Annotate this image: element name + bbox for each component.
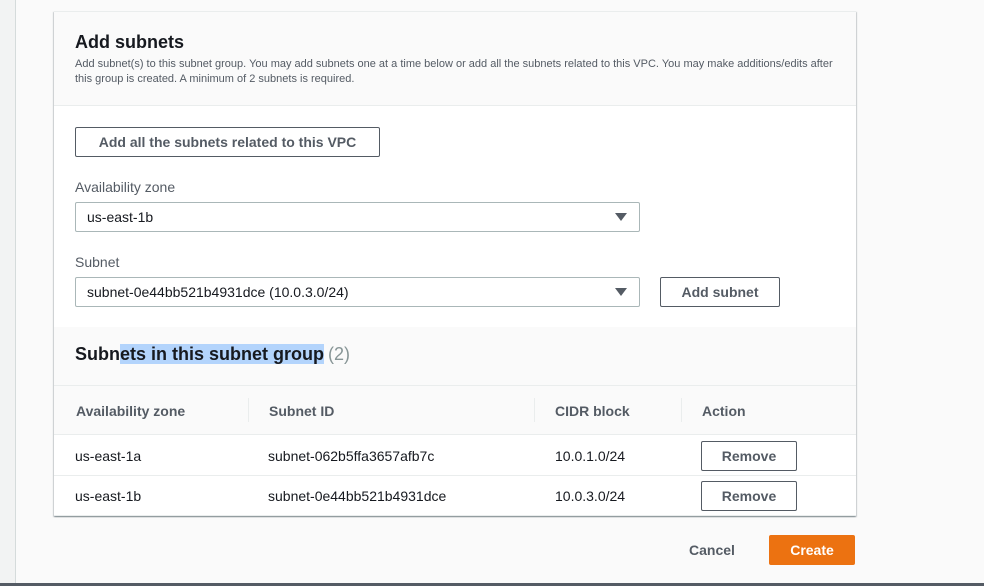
column-divider[interactable] bbox=[681, 398, 682, 422]
cell-availability-zone: us-east-1a bbox=[75, 448, 142, 464]
column-header-row: Availability zone Subnet ID CIDR block A… bbox=[54, 386, 856, 435]
cell-cidr-block: 10.0.3.0/24 bbox=[555, 488, 626, 504]
panel-header: Add subnets Add subnet(s) to this subnet… bbox=[54, 12, 856, 106]
add-subnets-panel: Add subnets Add subnet(s) to this subnet… bbox=[54, 11, 856, 516]
column-header-action: Action bbox=[702, 402, 746, 419]
table-title: Subnets in this subnet group bbox=[75, 344, 325, 365]
panel-description: Add subnet(s) to this subnet group. You … bbox=[75, 58, 833, 85]
create-button[interactable]: Create bbox=[769, 535, 855, 565]
caret-down-icon bbox=[615, 213, 627, 221]
cell-cidr-block: 10.0.1.0/24 bbox=[555, 448, 626, 464]
panel-title: Add subnets bbox=[75, 32, 185, 52]
column-header-cidr-block[interactable]: CIDR block bbox=[555, 386, 630, 435]
remove-button[interactable]: Remove bbox=[701, 481, 797, 511]
cell-subnet-id: subnet-0e44bb521b4931dce bbox=[268, 488, 447, 504]
cell-availability-zone: us-east-1b bbox=[75, 488, 142, 504]
cancel-button[interactable]: Cancel bbox=[689, 542, 735, 558]
column-divider[interactable] bbox=[534, 398, 535, 422]
table-row: us-east-1a subnet-062b5ffa3657afb7c 10.0… bbox=[54, 436, 856, 476]
table-title-prefix: Subn bbox=[75, 344, 120, 364]
caret-down-icon bbox=[615, 288, 627, 296]
table-title-selected-text: ets in this subnet group bbox=[120, 344, 325, 364]
table-count: (2) bbox=[328, 344, 351, 364]
column-divider[interactable] bbox=[248, 398, 249, 422]
remove-button[interactable]: Remove bbox=[701, 441, 797, 471]
column-header-subnet-id[interactable]: Subnet ID bbox=[269, 386, 334, 435]
left-rail bbox=[0, 0, 16, 586]
add-all-subnets-button[interactable]: Add all the subnets related to this VPC bbox=[75, 127, 380, 157]
table-row: us-east-1b subnet-0e44bb521b4931dce 10.0… bbox=[54, 476, 856, 516]
subnet-value: subnet-0e44bb521b4931dce (10.0.3.0/24) bbox=[87, 284, 349, 300]
table-header: Subnets in this subnet group (2) bbox=[54, 327, 856, 386]
column-header-availability-zone[interactable]: Availability zone bbox=[76, 386, 185, 435]
subnet-select[interactable]: subnet-0e44bb521b4931dce (10.0.3.0/24) bbox=[75, 277, 640, 307]
subnets-table-section: Subnets in this subnet group (2) Availab… bbox=[54, 327, 856, 517]
availability-zone-value: us-east-1b bbox=[87, 209, 154, 225]
availability-zone-label: Availability zone bbox=[75, 179, 176, 195]
availability-zone-select[interactable]: us-east-1b bbox=[75, 202, 640, 232]
subnet-label: Subnet bbox=[75, 254, 120, 270]
add-subnet-button[interactable]: Add subnet bbox=[660, 277, 780, 307]
cell-subnet-id: subnet-062b5ffa3657afb7c bbox=[268, 448, 435, 464]
